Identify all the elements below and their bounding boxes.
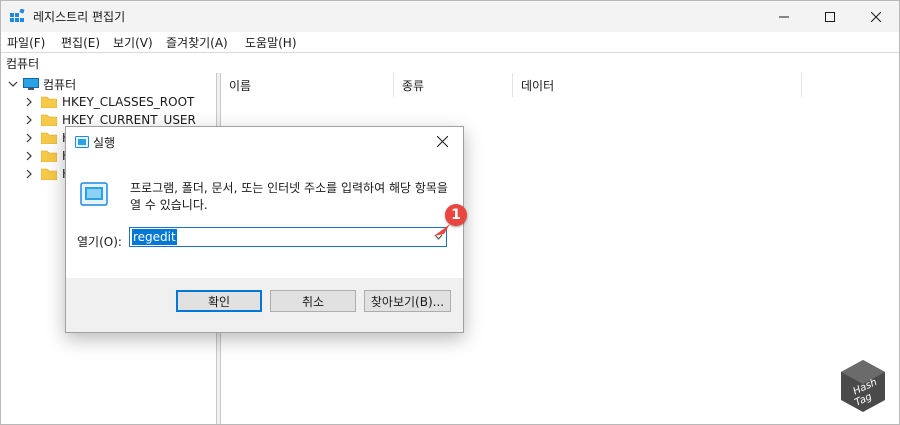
chevron-right-icon[interactable] <box>23 114 35 126</box>
column-header-name[interactable]: 이름 <box>221 73 394 97</box>
tree-root[interactable]: 컴퓨터 <box>7 75 76 93</box>
title-bar[interactable]: 레지스트리 편집기 <box>1 1 899 32</box>
open-input-value[interactable]: regedit <box>132 229 177 245</box>
hashtag-watermark-logo: Hash Tag <box>841 360 885 412</box>
folder-icon <box>41 114 57 126</box>
dialog-footer: 확인 취소 찾아보기(B)... <box>66 278 463 332</box>
browse-button[interactable]: 찾아보기(B)... <box>364 290 451 312</box>
dialog-body: 프로그램, 폴더, 문서, 또는 인터넷 주소를 입력하여 해당 항목을 열 수… <box>66 158 463 286</box>
run-program-icon <box>80 182 108 206</box>
address-text: 컴퓨터 <box>6 57 40 71</box>
dialog-close-button[interactable] <box>429 130 455 152</box>
tree-item-label: HKEY_CLASSES_ROOT <box>62 95 195 109</box>
tree-root-label: 컴퓨터 <box>43 77 77 92</box>
ok-button[interactable]: 확인 <box>176 290 262 312</box>
tree-item[interactable]: HKEY_CLASSES_ROOT <box>23 93 194 111</box>
menu-favorites[interactable]: 즐겨찾기(A) <box>166 34 228 51</box>
cancel-button[interactable]: 취소 <box>270 290 356 312</box>
column-header-data[interactable]: 데이터 <box>513 73 802 97</box>
folder-icon <box>41 96 57 108</box>
dialog-title: 실행 <box>93 136 116 150</box>
run-dialog: 실행 프로그램, 폴더, 문서, 또는 인터넷 주소를 입력하여 해당 항목을 … <box>65 126 464 333</box>
column-header-type[interactable]: 종류 <box>394 73 513 97</box>
step-badge: 1 <box>445 204 467 226</box>
menu-bar: 파일(F) 편집(E) 보기(V) 즐겨찾기(A) 도움말(H) <box>1 32 899 52</box>
minimize-button[interactable] <box>761 1 807 32</box>
minimize-icon <box>779 16 789 17</box>
maximize-icon <box>825 11 835 22</box>
close-button[interactable] <box>853 1 899 32</box>
open-label: 열기(O): <box>77 235 122 249</box>
address-bar[interactable]: 컴퓨터 <box>1 52 899 74</box>
chevron-right-icon[interactable] <box>23 96 35 108</box>
folder-icon <box>41 150 57 162</box>
menu-file[interactable]: 파일(F) <box>7 34 45 51</box>
computer-icon <box>23 77 39 90</box>
maximize-button[interactable] <box>807 1 853 32</box>
window-title: 레지스트리 편집기 <box>33 10 126 24</box>
close-icon <box>871 11 881 22</box>
chevron-right-icon[interactable] <box>23 132 35 144</box>
chevron-down-icon[interactable] <box>7 78 19 90</box>
open-input[interactable]: regedit <box>129 227 447 247</box>
folder-icon <box>41 168 57 180</box>
menu-edit[interactable]: 편집(E) <box>61 34 100 51</box>
run-icon <box>75 136 89 148</box>
chevron-right-icon[interactable] <box>23 168 35 180</box>
chevron-right-icon[interactable] <box>23 150 35 162</box>
menu-help[interactable]: 도움말(H) <box>245 34 297 51</box>
folder-icon <box>41 132 57 144</box>
menu-view[interactable]: 보기(V) <box>113 34 153 51</box>
registry-editor-icon <box>10 9 25 22</box>
tree-item-label: HKEY_CURRENT_USER <box>62 113 196 127</box>
tree-item[interactable]: H <box>23 129 71 147</box>
tree-item[interactable]: H <box>23 147 71 165</box>
close-icon <box>436 135 448 147</box>
tree-item[interactable]: H <box>23 165 71 183</box>
dialog-description: 프로그램, 폴더, 문서, 또는 인터넷 주소를 입력하여 해당 항목을 열 수… <box>130 181 448 212</box>
